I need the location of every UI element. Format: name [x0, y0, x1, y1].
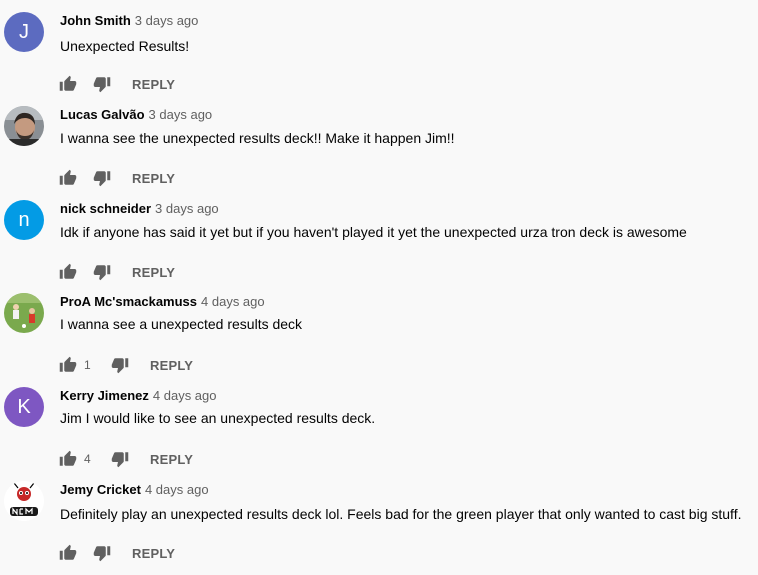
comment-text: I wanna see a unexpected results deck	[60, 316, 303, 332]
author-name[interactable]: Jemy Cricket	[60, 482, 141, 497]
dislike-button[interactable]	[90, 260, 114, 284]
author-name[interactable]: Lucas Galvão	[60, 107, 145, 122]
dislike-button[interactable]	[108, 447, 132, 471]
comment-timestamp[interactable]: 3 days ago	[135, 13, 199, 28]
like-button[interactable]	[56, 447, 80, 471]
thumb-up-icon	[59, 169, 77, 185]
reply-button[interactable]: REPLY	[132, 265, 175, 280]
comment-header: nick schneider 3 days ago	[60, 200, 219, 218]
author-name[interactable]: nick schneider	[60, 201, 151, 216]
comment: n nick schneider 3 days ago Idk if anyone…	[0, 200, 758, 294]
comment-actions: REPLY	[56, 541, 175, 565]
dislike-button[interactable]	[90, 166, 114, 190]
comment: Jemy Cricket 4 days ago Definitely play a…	[0, 481, 758, 575]
comment-text: Jim I would like to see an unexpected re…	[60, 410, 376, 426]
comment-timestamp[interactable]: 4 days ago	[153, 388, 217, 403]
avatar[interactable]	[4, 481, 44, 521]
thumb-down-icon	[111, 358, 129, 374]
avatar-logo	[4, 481, 44, 521]
thumb-down-icon	[93, 265, 111, 281]
comment-timestamp[interactable]: 3 days ago	[149, 107, 213, 122]
comment-actions: 4 REPLY	[56, 447, 193, 471]
thumb-down-icon	[111, 452, 129, 468]
comment: Lucas Galvão 3 days ago I wanna see the u…	[0, 106, 758, 200]
avatar[interactable]	[4, 106, 44, 146]
comment-timestamp[interactable]: 4 days ago	[145, 482, 209, 497]
like-button[interactable]	[56, 541, 80, 565]
thumb-down-icon	[93, 546, 111, 562]
like-button[interactable]	[56, 353, 80, 377]
reply-button[interactable]: REPLY	[150, 452, 193, 467]
like-button[interactable]	[56, 260, 80, 284]
comment-header: John Smith 3 days ago	[60, 12, 198, 30]
author-name[interactable]: Kerry Jimenez	[60, 388, 149, 403]
avatar[interactable]: K	[4, 387, 44, 427]
author-name[interactable]: John Smith	[60, 13, 131, 28]
thumb-up-icon	[59, 263, 77, 279]
comment-text: Idk if anyone has said it yet but if you…	[60, 224, 687, 240]
thumb-up-icon	[59, 544, 77, 560]
comment-header: ProA Mc'smackamuss 4 days ago	[60, 293, 265, 311]
comment-timestamp[interactable]: 3 days ago	[155, 201, 219, 216]
dislike-button[interactable]	[108, 353, 132, 377]
avatar[interactable]: n	[4, 200, 44, 240]
comment: ProA Mc'smackamuss 4 days ago I wanna see…	[0, 293, 758, 387]
comment-text: Definitely play an unexpected results de…	[60, 506, 742, 522]
avatar-photo	[4, 293, 44, 333]
comment-text: Unexpected Results!	[60, 38, 190, 54]
thumb-up-icon	[59, 356, 77, 372]
avatar-letter: n	[18, 208, 30, 231]
reply-button[interactable]: REPLY	[132, 171, 175, 186]
dislike-button[interactable]	[90, 541, 114, 565]
comment-actions: 1 REPLY	[56, 353, 193, 377]
thumb-down-icon	[93, 77, 111, 93]
thumb-up-icon	[59, 450, 77, 466]
avatar[interactable]: J	[4, 12, 44, 52]
comment-actions: REPLY	[56, 72, 175, 96]
comment-actions: REPLY	[56, 260, 175, 284]
thumb-up-icon	[59, 75, 77, 91]
like-button[interactable]	[56, 166, 80, 190]
reply-button[interactable]: REPLY	[132, 546, 175, 561]
comment-text: I wanna see the unexpected results deck!…	[60, 130, 455, 146]
thumb-down-icon	[93, 171, 111, 187]
like-count: 1	[84, 358, 91, 372]
comment-actions: REPLY	[56, 166, 175, 190]
author-name[interactable]: ProA Mc'smackamuss	[60, 294, 197, 309]
reply-button[interactable]: REPLY	[132, 77, 175, 92]
avatar-letter: J	[19, 20, 29, 43]
comment-header: Jemy Cricket 4 days ago	[60, 481, 209, 499]
avatar-photo	[4, 106, 44, 146]
avatar[interactable]	[4, 293, 44, 333]
comment-header: Kerry Jimenez 4 days ago	[60, 387, 217, 405]
dislike-button[interactable]	[90, 72, 114, 96]
like-button[interactable]	[56, 72, 80, 96]
avatar-letter: K	[17, 395, 31, 418]
comment: J John Smith 3 days ago Unexpected Result…	[0, 12, 758, 106]
comment-timestamp[interactable]: 4 days ago	[201, 294, 265, 309]
like-count: 4	[84, 452, 91, 466]
comment-header: Lucas Galvão 3 days ago	[60, 106, 212, 124]
reply-button[interactable]: REPLY	[150, 358, 193, 373]
comment: K Kerry Jimenez 4 days ago Jim I would li…	[0, 387, 758, 481]
